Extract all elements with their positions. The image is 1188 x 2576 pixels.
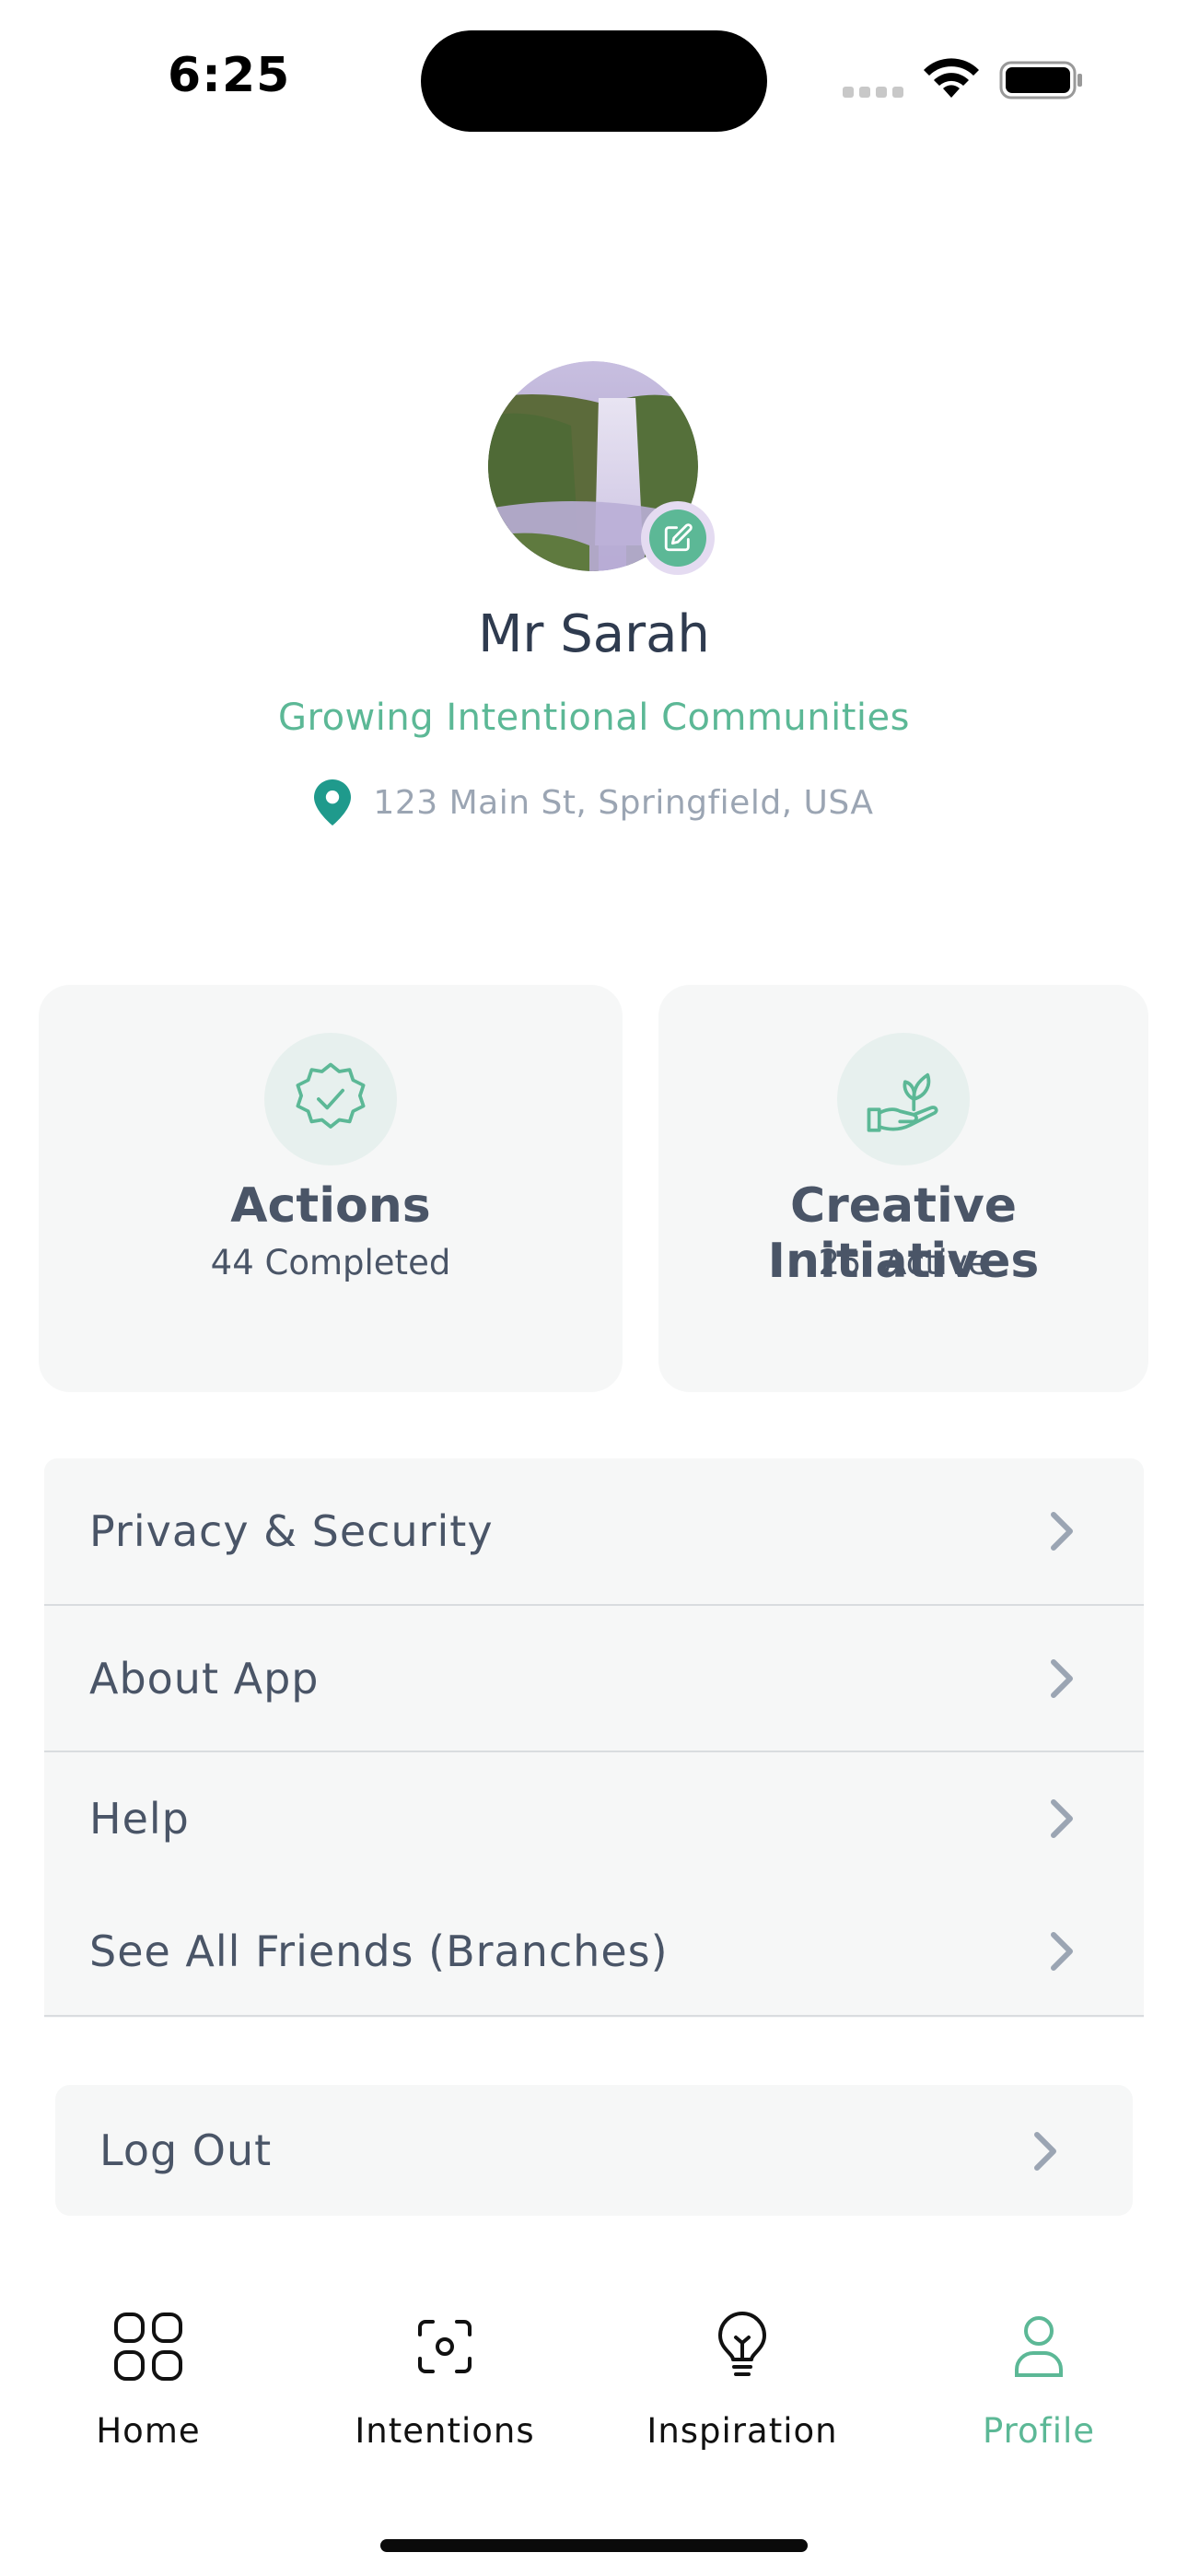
menu-item-help[interactable]: Help bbox=[44, 1752, 1144, 1885]
menu-item-privacy-security[interactable]: Privacy & Security bbox=[44, 1458, 1144, 1606]
actions-card[interactable]: Actions 44 Completed bbox=[39, 985, 623, 1392]
location-text: 123 Main St, Springfield, USA bbox=[373, 783, 874, 822]
location-pin-icon bbox=[314, 779, 352, 825]
tab-intentions[interactable]: Intentions bbox=[325, 2294, 565, 2451]
scan-icon bbox=[418, 2319, 472, 2373]
actions-title: Actions bbox=[230, 1178, 431, 1234]
battery-icon bbox=[999, 61, 1082, 100]
wifi-icon bbox=[924, 58, 979, 98]
menu-item-label: About App bbox=[89, 1653, 320, 1704]
profile-avatar[interactable] bbox=[488, 361, 715, 575]
tab-home[interactable]: Home bbox=[29, 2294, 268, 2451]
creative-initiatives-card[interactable]: Creative Initiatives 25 Active bbox=[658, 985, 1148, 1392]
tab-label: Intentions bbox=[355, 2411, 535, 2451]
cellular-signal-icon bbox=[843, 87, 903, 98]
chevron-right-icon bbox=[1051, 1932, 1073, 1971]
menu-divider bbox=[44, 2015, 1144, 2017]
status-time: 6:25 bbox=[168, 48, 291, 103]
initiatives-icon-circle bbox=[837, 1033, 970, 1165]
profile-tagline: Growing Intentional Communities bbox=[278, 697, 910, 739]
settings-menu: Privacy & Security About App Help See Al… bbox=[44, 1458, 1144, 2018]
chevron-right-icon bbox=[1051, 1512, 1073, 1551]
tab-label: Inspiration bbox=[646, 2411, 838, 2451]
chevron-right-icon bbox=[1051, 1799, 1073, 1838]
home-indicator[interactable] bbox=[380, 2539, 808, 2552]
menu-item-label: Privacy & Security bbox=[89, 1506, 494, 1556]
profile-location: 123 Main St, Springfield, USA bbox=[0, 779, 1188, 825]
lightbulb-icon bbox=[718, 2311, 766, 2376]
menu-item-label: See All Friends (Branches) bbox=[89, 1926, 669, 1976]
actions-icon-circle bbox=[264, 1033, 397, 1165]
tab-inspiration[interactable]: Inspiration bbox=[623, 2294, 862, 2451]
edit-icon bbox=[664, 523, 693, 552]
logout-button[interactable]: Log Out bbox=[55, 2085, 1133, 2216]
tab-label: Home bbox=[96, 2411, 201, 2451]
tab-profile[interactable]: Profile bbox=[919, 2294, 1159, 2451]
tab-label: Profile bbox=[982, 2411, 1096, 2451]
edit-avatar-button[interactable] bbox=[641, 501, 715, 575]
menu-item-about-app[interactable]: About App bbox=[44, 1606, 1144, 1752]
initiatives-count: 25 Active bbox=[818, 1243, 989, 1282]
logout-label: Log Out bbox=[99, 2125, 273, 2175]
chevron-right-icon bbox=[1051, 1658, 1073, 1698]
chevron-right-icon bbox=[1034, 2132, 1056, 2171]
bottom-tab-bar: Home Intentions Inspiration Profile bbox=[0, 2294, 1188, 2478]
menu-item-see-all-friends[interactable]: See All Friends (Branches) bbox=[44, 1885, 1144, 2018]
menu-item-label: Help bbox=[89, 1794, 190, 1844]
dynamic-island bbox=[421, 30, 767, 132]
user-icon bbox=[1015, 2315, 1063, 2377]
actions-count: 44 Completed bbox=[210, 1243, 451, 1282]
hand-sprout-icon bbox=[867, 1072, 938, 1132]
profile-name: Mr Sarah bbox=[478, 604, 710, 664]
grid-icon bbox=[114, 2312, 182, 2381]
badge-check-icon bbox=[296, 1062, 366, 1129]
